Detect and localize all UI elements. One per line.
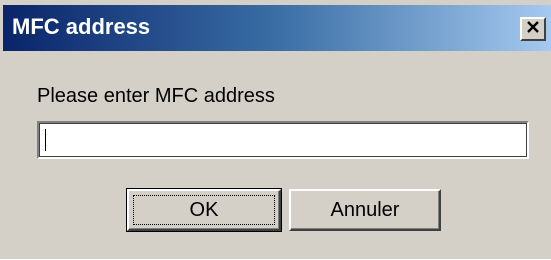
ok-button[interactable]: OK: [126, 188, 282, 232]
cancel-button[interactable]: Annuler: [289, 189, 441, 231]
title-bar[interactable]: MFC address: [3, 5, 551, 51]
dialog-body: Please enter MFC address OK Annuler: [1, 51, 551, 260]
cancel-button-label: Annuler: [330, 198, 400, 221]
close-icon: [526, 20, 540, 38]
close-button[interactable]: [520, 17, 546, 41]
address-prompt-label: Please enter MFC address: [37, 85, 275, 107]
window-title: MFC address: [12, 14, 151, 39]
focus-rectangle: [133, 195, 275, 225]
dialog-window: MFC address Please enter MFC address OK …: [0, 0, 551, 259]
mfc-address-input[interactable]: [37, 121, 529, 159]
text-caret: [45, 129, 46, 151]
